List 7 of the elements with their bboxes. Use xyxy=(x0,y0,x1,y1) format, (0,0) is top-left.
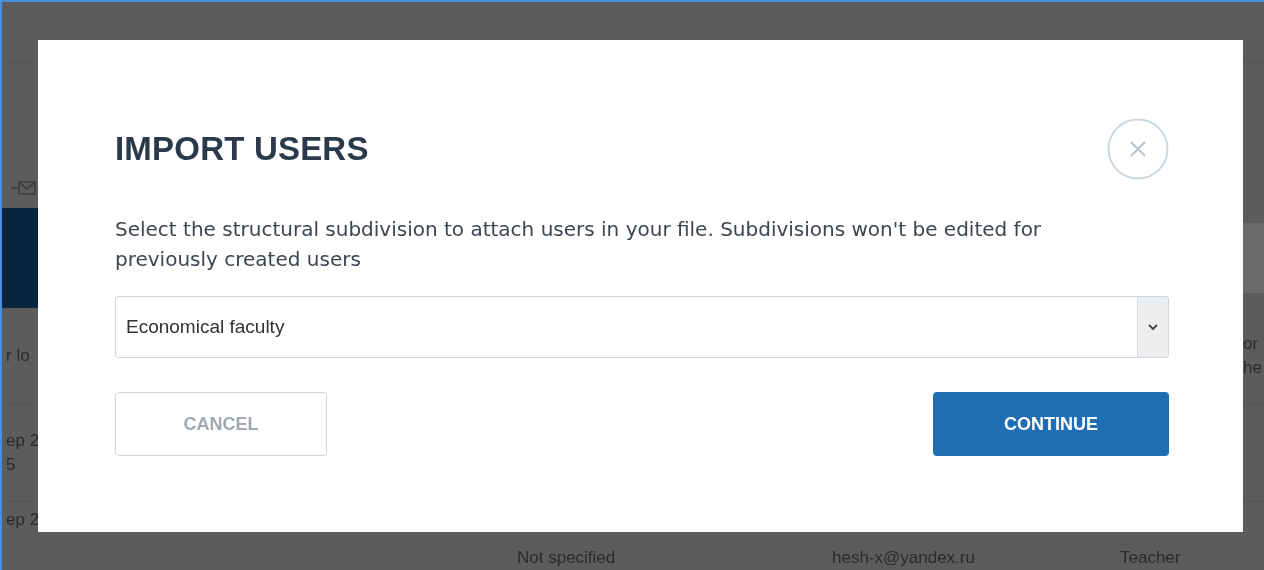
close-icon[interactable] xyxy=(1107,118,1169,180)
dialog-title: IMPORT USERS xyxy=(115,130,369,168)
caret-icon xyxy=(1148,323,1158,331)
dialog-description: Select the structural subdivision to attach users in your file. Subdivisions won't be edited for previously created users xyxy=(115,216,1043,273)
continue-button[interactable]: CONTINUE xyxy=(933,392,1169,456)
mail-icon xyxy=(10,180,36,196)
subdivision-select[interactable]: Economical faculty xyxy=(115,296,1169,358)
